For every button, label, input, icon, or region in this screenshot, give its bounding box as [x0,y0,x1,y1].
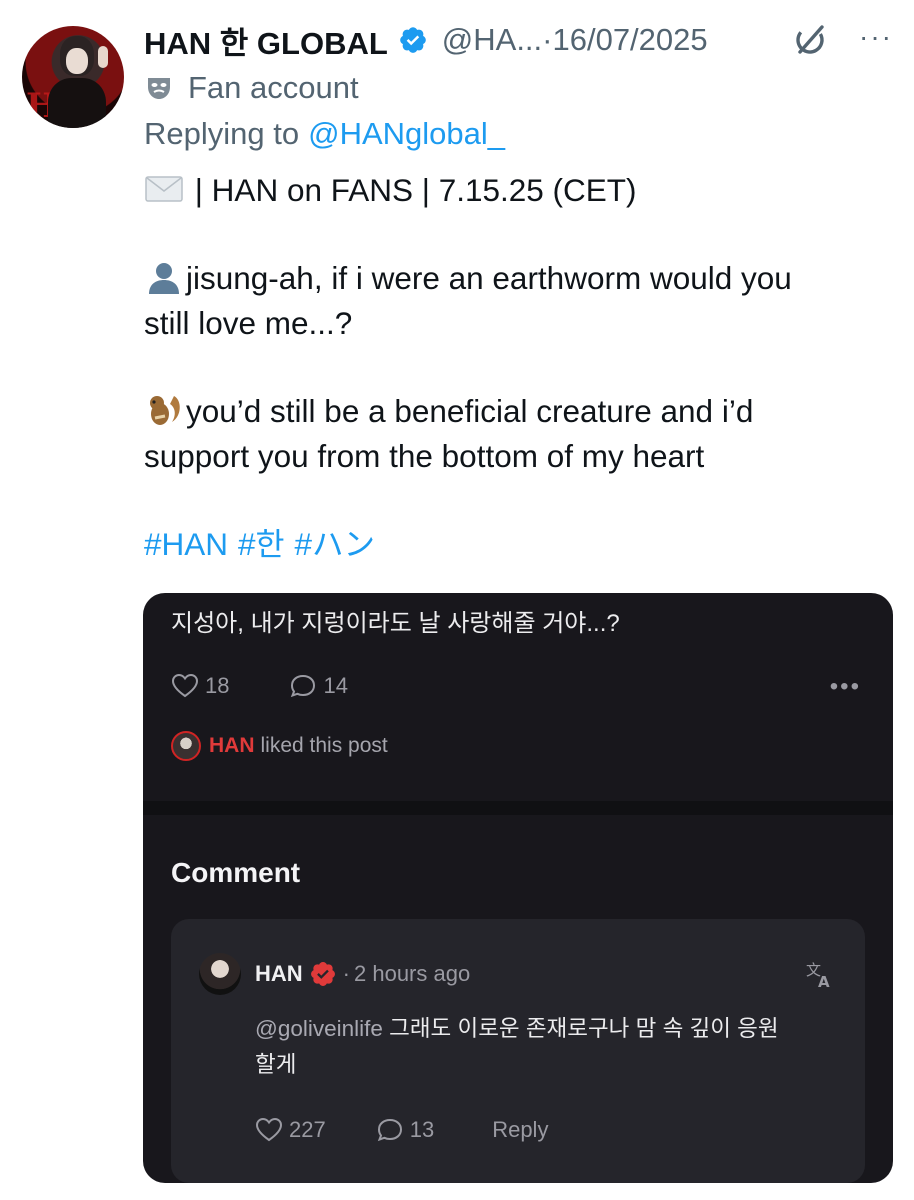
tweet: HG HAN 한 GLOBAL @HA... · 16/07/2025 ··· … [0,0,914,1200]
body-line-5: support you from the bottom of my heart [144,438,705,474]
fan-post-like-count: 18 [205,673,230,698]
comment-time: 2 hours ago [354,961,471,986]
comment-actions: 227 13 Reply [255,1117,548,1143]
comment-mention: @goliveinlife [255,1016,383,1041]
comment-text-line-1: 그래도 이로운 존재로구나 맘 속 깊이 응원 [382,1016,779,1041]
hashtag-han-korean[interactable]: #한 [238,526,285,562]
avatar-hand [98,46,108,68]
hashtag-han[interactable]: #HAN [144,526,228,562]
body-line-1-text: | HAN on FANS | 7.15.25 (CET) [186,172,637,208]
chipmunk-emoji [150,396,180,425]
avatar-body [48,78,106,128]
comment-card: HAN · 2 hours ago 文 A @goliveinlife 그래도 … [171,919,865,1183]
fan-post-stats: 18 14 [171,673,408,699]
fan-post-more-icon: ••• [829,673,861,700]
fan-post-comments: 14 [289,673,348,699]
verified-badge-icon [399,27,426,53]
tweet-body: | HAN on FANS | 7.15.25 (CET) jisung-ah,… [144,168,904,567]
comment-bubble-icon [377,1118,402,1142]
artist-badge-icon [310,962,335,986]
translate-icon: 文 A [806,961,830,989]
body-line-3: still love me...? [144,305,353,341]
liked-by-suffix: liked this post [260,734,388,757]
author-name[interactable]: HAN 한 GLOBAL [144,18,388,63]
fan-post-likes: 18 [171,673,229,699]
body-line-2-text: jisung-ah, if i were an earthworm would … [186,260,792,296]
comment-author-avatar [199,953,241,995]
liked-by-row: HAN liked this post [171,731,388,761]
heart-icon [255,1117,283,1142]
replying-handle-link[interactable]: @HANglobal_ [308,116,505,152]
body-line-1: | HAN on FANS | 7.15.25 (CET) [144,168,904,213]
hashtag-han-japanese[interactable]: #ハン [295,526,376,562]
comment-replies: 13 [376,1117,434,1143]
heart-icon [171,673,199,698]
comment-like-count: 227 [289,1117,326,1142]
author-handle[interactable]: @HA... [442,22,542,58]
bust-silhouette-emoji [149,263,179,294]
fan-post-text: 지성아, 내가 지렁이라도 날 사랑해줄 거야...? [171,610,620,637]
envelope-emoji [145,176,183,202]
comment-text-line-2: 할게 [255,1052,297,1077]
tweet-date[interactable]: 16/07/2025 [552,22,707,58]
replying-prefix: Replying to [144,116,300,151]
comment-text: @goliveinlife 그래도 이로운 존재로구나 맘 속 깊이 응원 할게 [255,1011,845,1083]
comment-likes: 227 [255,1117,326,1143]
tweet-header: HAN 한 GLOBAL @HA... · 16/07/2025 ··· [144,18,894,62]
comment-heading: Comment [171,857,301,888]
body-line-2: jisung-ah, if i were an earthworm would … [144,256,904,301]
account-label-text: Fan account [188,70,359,105]
body-line-4-text: you’d still be a beneficial creature and… [186,393,754,429]
more-dots-icon[interactable]: ··· [856,22,896,58]
attached-image[interactable]: 지성아, 내가 지렁이라도 날 사랑해줄 거야...? 18 14 ••• HA… [143,593,893,1183]
han-mini-avatar [171,731,201,761]
fan-post-comment-count: 14 [323,673,348,698]
body-line-4: you’d still be a beneficial creature and… [144,389,904,434]
comment-bubble-icon [291,674,316,698]
comment-header: HAN · 2 hours ago [199,953,470,995]
hashtags: #HAN #한 #ハン [144,522,904,567]
date-separator: · [542,22,553,57]
comment-reply-count: 13 [409,1117,435,1142]
account-label[interactable]: Fan account [144,66,359,110]
comment-time-separator: · [342,961,350,986]
avatar-face [66,48,88,74]
liked-by-name: HAN [209,734,255,757]
author-avatar[interactable]: HG [22,26,124,128]
grok-icon[interactable] [792,22,828,58]
comment-author-name: HAN [255,961,303,986]
replying-to: Replying to @HANglobal_ [144,112,505,156]
section-divider [143,801,893,815]
comment-reply-label: Reply [492,1117,549,1142]
svg-text:A: A [818,973,830,989]
theater-mask-icon [148,78,170,99]
